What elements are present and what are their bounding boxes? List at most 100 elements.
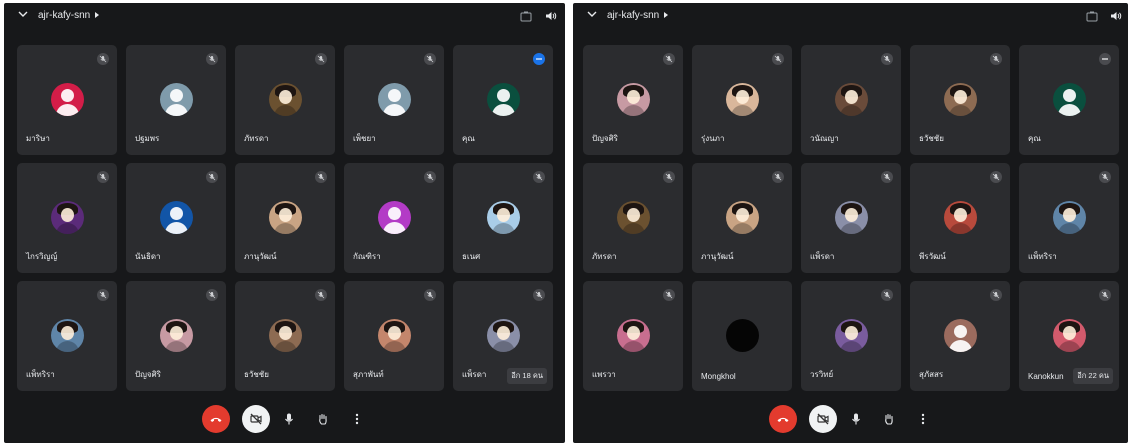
participant-tile[interactable]: คุณ bbox=[453, 45, 553, 155]
avatar bbox=[378, 319, 411, 352]
participant-tile[interactable]: ปฐมพร bbox=[126, 45, 226, 155]
participant-tile[interactable]: สุภัสสร bbox=[910, 281, 1010, 391]
muted-indicator bbox=[1099, 171, 1111, 183]
mic-off-icon bbox=[665, 55, 673, 63]
muted-indicator bbox=[1099, 289, 1111, 301]
participant-name: ภัทรดา bbox=[244, 134, 269, 143]
mic-off-icon bbox=[99, 291, 107, 299]
muted-indicator bbox=[206, 53, 218, 65]
muted-indicator bbox=[881, 289, 893, 301]
participant-tile[interactable]: วรวิทย์ bbox=[801, 281, 901, 391]
mic-off-icon bbox=[317, 173, 325, 181]
camera-toggle-button[interactable] bbox=[242, 405, 270, 433]
muted-indicator bbox=[772, 171, 784, 183]
meeting-header: ajr-kafy-snn bbox=[573, 3, 1128, 29]
call-controls bbox=[4, 405, 565, 437]
avatar bbox=[726, 201, 759, 234]
more-participants-badge[interactable]: อีก 22 คน bbox=[1073, 368, 1113, 384]
call-controls bbox=[573, 405, 1128, 437]
raise-hand-button[interactable] bbox=[311, 407, 335, 431]
participant-tile[interactable]: แพ็ทริรา bbox=[17, 281, 117, 391]
participant-tile[interactable]: นันธิดา bbox=[126, 163, 226, 273]
participant-tile[interactable]: ภานุวัฒน์ bbox=[235, 163, 335, 273]
participant-tile[interactable]: ภัทรดา bbox=[583, 163, 683, 273]
tile-options-button[interactable] bbox=[1099, 53, 1111, 65]
avatar bbox=[487, 83, 520, 116]
mic-off-icon bbox=[883, 55, 891, 63]
participant-tile[interactable]: ปัญจศิริ bbox=[126, 281, 226, 391]
mic-off-icon bbox=[665, 291, 673, 299]
end-call-button[interactable] bbox=[202, 405, 230, 433]
more-vert-icon bbox=[921, 413, 925, 425]
participant-name: แพ็ทริรา bbox=[1028, 252, 1057, 261]
participant-tile[interactable]: แพ็รดา bbox=[801, 163, 901, 273]
participant-name: แพรวา bbox=[592, 370, 616, 379]
participant-tile[interactable]: วนัณญา bbox=[801, 45, 901, 155]
participant-name: มาริษา bbox=[26, 134, 50, 143]
participant-tile[interactable]: Mongkhol bbox=[692, 281, 792, 391]
muted-indicator bbox=[663, 289, 675, 301]
more-options-button[interactable] bbox=[911, 407, 935, 431]
chevron-down-icon[interactable] bbox=[587, 9, 597, 19]
meeting-code[interactable]: ajr-kafy-snn bbox=[38, 10, 100, 21]
muted-indicator bbox=[424, 289, 436, 301]
meet-window-right: ajr-kafy-snn ปัญจศิริ รุ่งนภา วนัณญา ธวัชชั… bbox=[573, 3, 1128, 443]
camera-off-icon bbox=[250, 413, 262, 425]
avatar bbox=[378, 201, 411, 234]
muted-indicator bbox=[97, 171, 109, 183]
mic-button[interactable] bbox=[277, 407, 301, 431]
more-participants-badge[interactable]: อีก 18 คน bbox=[507, 368, 547, 384]
participant-tile[interactable]: สุภาพันท์ bbox=[344, 281, 444, 391]
participant-tile[interactable]: ภานุวัฒน์ bbox=[692, 163, 792, 273]
more-options-button[interactable] bbox=[345, 407, 369, 431]
mic-button[interactable] bbox=[844, 407, 868, 431]
raise-hand-button[interactable] bbox=[877, 407, 901, 431]
participant-name: Mongkhol bbox=[701, 372, 736, 381]
avatar bbox=[944, 83, 977, 116]
avatar bbox=[835, 319, 868, 352]
participant-tile[interactable]: ธวัชชัย bbox=[910, 45, 1010, 155]
camera-toggle-button[interactable] bbox=[809, 405, 837, 433]
participant-tile[interactable]: แพ็รดา อีก 18 คน bbox=[453, 281, 553, 391]
participant-tile[interactable]: รุ่งนภา bbox=[692, 45, 792, 155]
mic-icon bbox=[852, 413, 860, 425]
muted-indicator bbox=[97, 289, 109, 301]
muted-indicator bbox=[990, 53, 1002, 65]
more-vert-icon bbox=[355, 413, 359, 425]
caret-right-icon bbox=[95, 12, 100, 19]
camera-flip-icon[interactable] bbox=[1086, 10, 1098, 22]
chevron-down-icon[interactable] bbox=[18, 9, 28, 19]
meeting-code[interactable]: ajr-kafy-snn bbox=[607, 10, 669, 21]
avatar bbox=[378, 83, 411, 116]
end-call-button[interactable] bbox=[769, 405, 797, 433]
participant-tile[interactable]: ธวัชชัย bbox=[235, 281, 335, 391]
mic-off-icon bbox=[208, 55, 216, 63]
speaker-icon[interactable] bbox=[545, 10, 557, 22]
participant-name: ธวัชชัย bbox=[244, 370, 269, 379]
participant-tile[interactable]: กัณฑิรา bbox=[344, 163, 444, 273]
mic-off-icon bbox=[208, 173, 216, 181]
tile-options-button[interactable] bbox=[533, 53, 545, 65]
participant-tile[interactable]: ภัทรดา bbox=[235, 45, 335, 155]
mic-off-icon bbox=[992, 55, 1000, 63]
camera-flip-icon[interactable] bbox=[520, 10, 532, 22]
participant-name: Kanokkun bbox=[1028, 372, 1064, 381]
speaker-icon[interactable] bbox=[1110, 10, 1122, 22]
participant-tile[interactable]: พีรวัฒน์ bbox=[910, 163, 1010, 273]
participant-tile[interactable]: แพ็ทริรา bbox=[1019, 163, 1119, 273]
meeting-header: ajr-kafy-snn bbox=[4, 3, 565, 29]
participant-tile[interactable]: เพ็ชยา bbox=[344, 45, 444, 155]
avatar bbox=[944, 201, 977, 234]
participant-tile[interactable]: มาริษา bbox=[17, 45, 117, 155]
muted-indicator bbox=[772, 53, 784, 65]
participant-name: รุ่งนภา bbox=[701, 134, 725, 143]
participant-tile[interactable]: ปัญจศิริ bbox=[583, 45, 683, 155]
participant-name: พีรวัฒน์ bbox=[919, 252, 946, 261]
participant-tile[interactable]: แพรวา bbox=[583, 281, 683, 391]
avatar bbox=[1053, 201, 1086, 234]
participant-tile[interactable]: ไกรวิญญ์ bbox=[17, 163, 117, 273]
participant-tile[interactable]: ธเนศ bbox=[453, 163, 553, 273]
participant-tile[interactable]: Kanokkun อีก 22 คน bbox=[1019, 281, 1119, 391]
avatar bbox=[269, 83, 302, 116]
participant-tile[interactable]: คุณ bbox=[1019, 45, 1119, 155]
